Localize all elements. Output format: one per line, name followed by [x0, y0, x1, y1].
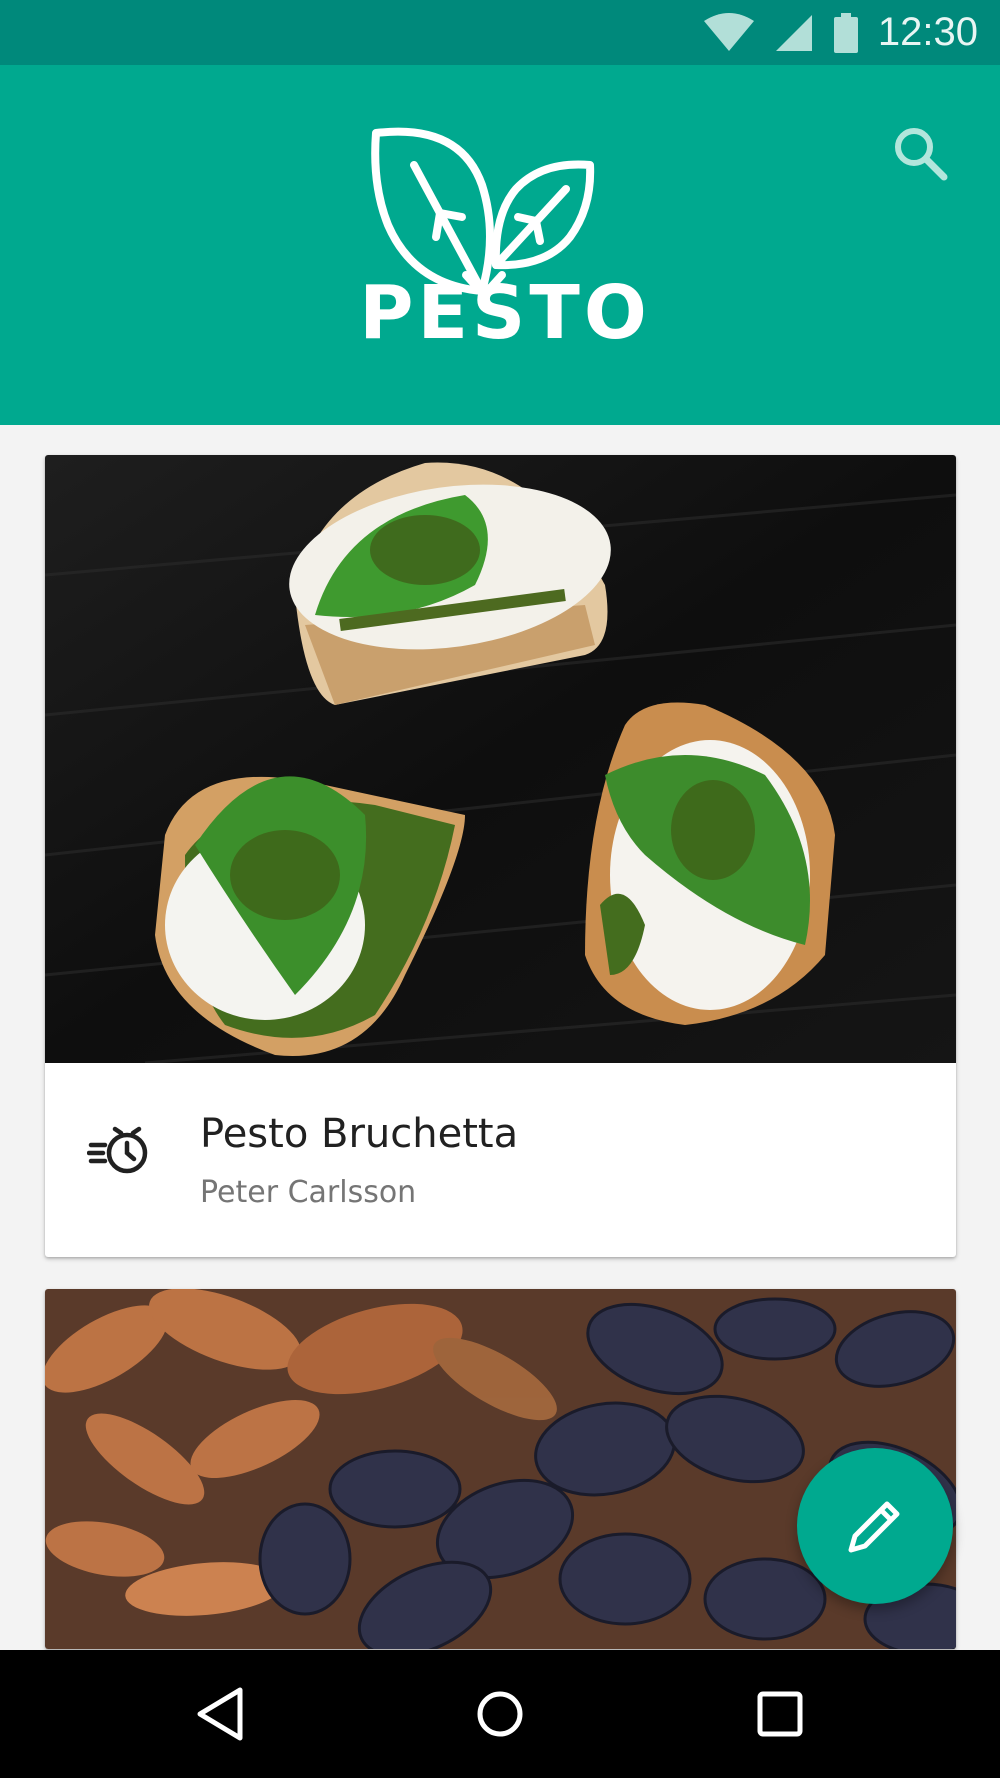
- search-icon: [895, 128, 948, 181]
- back-button[interactable]: [182, 1674, 262, 1754]
- status-time: 12:30: [877, 10, 978, 54]
- status-icons: 12:30: [702, 0, 978, 65]
- recipe-photo: [45, 455, 956, 1063]
- edit-fab-button[interactable]: [797, 1448, 953, 1604]
- search-button[interactable]: [890, 123, 950, 183]
- home-icon: [477, 1691, 523, 1737]
- navigation-bar: [0, 1650, 1000, 1778]
- timer-icon: [87, 1126, 148, 1174]
- cellular-signal-icon: [775, 14, 812, 51]
- battery-icon: [833, 12, 858, 53]
- recents-icon: [757, 1691, 803, 1737]
- recipe-card[interactable]: [45, 1289, 956, 1649]
- back-icon: [197, 1687, 243, 1741]
- recipe-card-body: Pesto Bruchetta Peter Carlsson: [45, 1063, 956, 1257]
- home-button[interactable]: [460, 1674, 540, 1754]
- app-title: PESTO: [359, 270, 651, 356]
- recipe-card[interactable]: Pesto Bruchetta Peter Carlsson: [45, 455, 956, 1257]
- recents-button[interactable]: [740, 1674, 820, 1754]
- wifi-icon: [703, 12, 754, 51]
- recipe-title: Pesto Bruchetta: [200, 1111, 519, 1157]
- edit-pencil-icon: [848, 1501, 900, 1553]
- recipe-author: Peter Carlsson: [200, 1175, 417, 1210]
- status-bar: 12:30: [0, 0, 1000, 65]
- app-bar: PESTO: [0, 65, 1000, 425]
- recipe-photo: [45, 1289, 956, 1649]
